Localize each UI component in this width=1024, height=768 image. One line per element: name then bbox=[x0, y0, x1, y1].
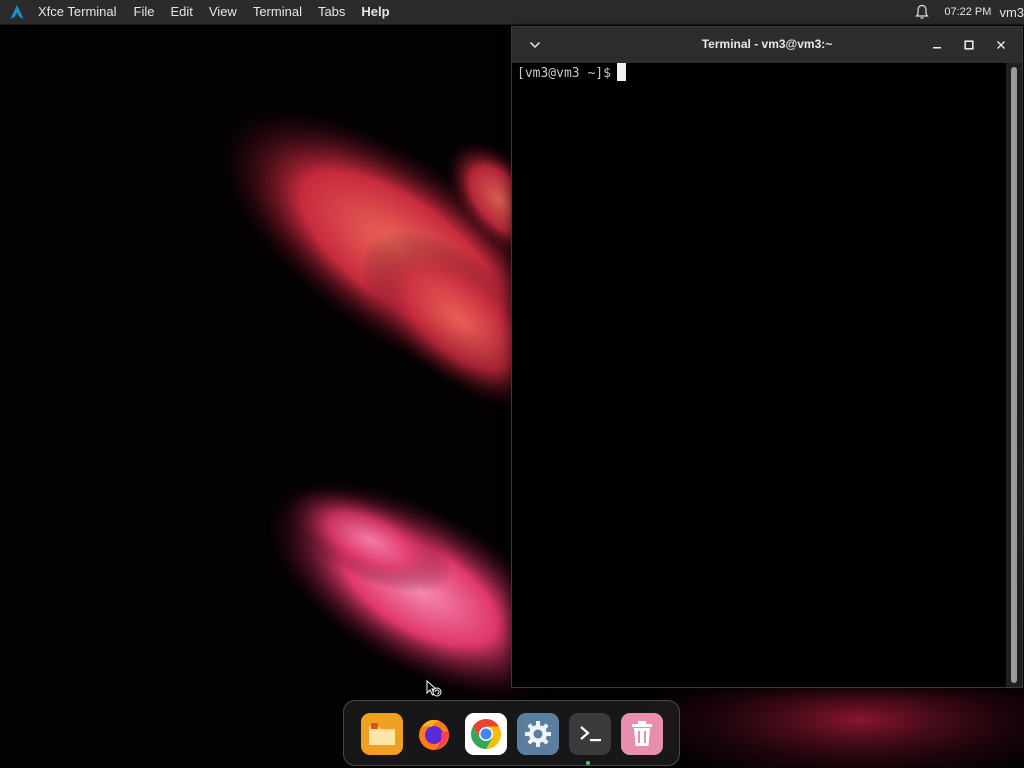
arch-logo-icon[interactable] bbox=[0, 0, 34, 24]
mouse-pointer-icon bbox=[426, 679, 444, 703]
close-button[interactable] bbox=[992, 36, 1010, 54]
menu-file[interactable]: File bbox=[126, 0, 163, 24]
maximize-icon bbox=[964, 40, 974, 50]
trash-icon[interactable] bbox=[621, 713, 663, 755]
window-titlebar[interactable]: Terminal - vm3@vm3:~ bbox=[512, 27, 1022, 63]
terminal-running-indicator bbox=[586, 761, 590, 765]
terminal-window: Terminal - vm3@vm3:~ [vm3@vm3 ~]$ bbox=[512, 27, 1022, 687]
minimize-button[interactable] bbox=[928, 36, 946, 54]
terminal-text-area[interactable]: [vm3@vm3 ~]$ bbox=[512, 63, 1006, 687]
menu-edit[interactable]: Edit bbox=[162, 0, 200, 24]
dock bbox=[343, 700, 680, 766]
app-name-menu[interactable]: Xfce Terminal bbox=[34, 0, 126, 24]
top-panel: Xfce Terminal File Edit View Terminal Ta… bbox=[0, 0, 1024, 24]
menu-view[interactable]: View bbox=[201, 0, 245, 24]
firefox-icon[interactable] bbox=[413, 713, 455, 755]
terminal-icon[interactable] bbox=[569, 713, 611, 755]
chrome-icon[interactable] bbox=[465, 713, 507, 755]
scrollbar-thumb[interactable] bbox=[1011, 67, 1017, 683]
minimize-icon bbox=[933, 47, 941, 49]
terminal-scrollbar[interactable] bbox=[1006, 63, 1022, 687]
file-manager-icon[interactable] bbox=[361, 713, 403, 755]
settings-gear-icon[interactable] bbox=[517, 713, 559, 755]
user-menu[interactable]: vm3 bbox=[999, 5, 1024, 20]
menu-help[interactable]: Help bbox=[353, 0, 397, 24]
panel-clock[interactable]: 07:22 PM bbox=[944, 6, 991, 18]
menu-tabs[interactable]: Tabs bbox=[310, 0, 353, 24]
prompt-text: [vm3@vm3 ~]$ bbox=[517, 66, 611, 81]
shell-prompt: [vm3@vm3 ~]$ bbox=[517, 63, 626, 84]
text-cursor bbox=[616, 63, 626, 81]
close-icon bbox=[997, 41, 1005, 49]
menu-terminal[interactable]: Terminal bbox=[245, 0, 310, 24]
maximize-button[interactable] bbox=[960, 36, 978, 54]
notification-bell-icon[interactable] bbox=[912, 0, 932, 24]
